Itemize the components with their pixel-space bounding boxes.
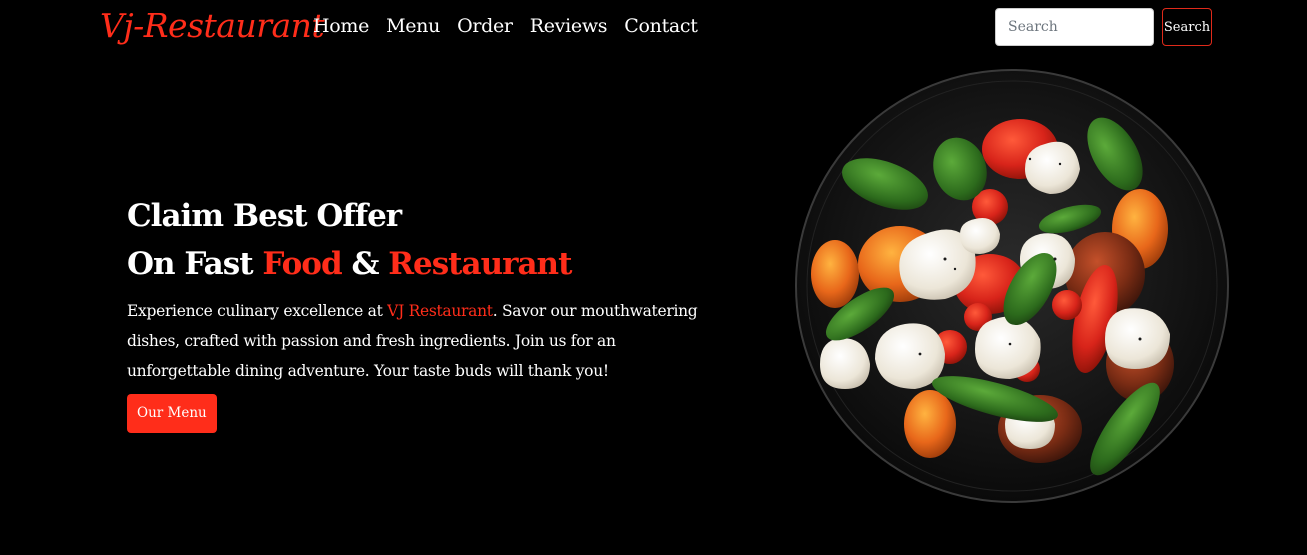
hero-title: Claim Best Offer On Fast Food & Restaura… (127, 192, 727, 288)
brand-logo[interactable]: Vj-Restaurant (100, 6, 325, 45)
nav-link-home[interactable]: Home (313, 15, 369, 37)
our-menu-button[interactable]: Our Menu (127, 394, 217, 433)
hero-description: Experience culinary excellence at VJ Res… (127, 296, 717, 386)
search-button[interactable]: Search (1162, 8, 1212, 46)
hero-title-line1: Claim Best Offer (127, 198, 402, 234)
nav-link-menu[interactable]: Menu (386, 15, 440, 37)
nav-link-reviews[interactable]: Reviews (530, 15, 608, 37)
hero-section: Claim Best Offer On Fast Food & Restaura… (127, 192, 727, 433)
nav-link-order[interactable]: Order (457, 15, 513, 37)
nav-links: Home Menu Order Reviews Contact (313, 15, 698, 37)
hero-desc-prefix: Experience culinary excellence at (127, 302, 388, 320)
search-input[interactable] (995, 8, 1154, 46)
navbar: Vj-Restaurant Home Menu Order Reviews Co… (0, 0, 1307, 56)
nav-link-contact[interactable]: Contact (624, 15, 698, 37)
caprese-salad-image (795, 69, 1229, 503)
hero-title-prefix: On Fast (127, 246, 263, 282)
hero-title-amp: & (341, 246, 389, 282)
hero-title-restaurant: Restaurant (388, 246, 572, 282)
hero-desc-highlight: VJ Restaurant (387, 302, 493, 320)
hero-title-food: Food (262, 246, 342, 282)
